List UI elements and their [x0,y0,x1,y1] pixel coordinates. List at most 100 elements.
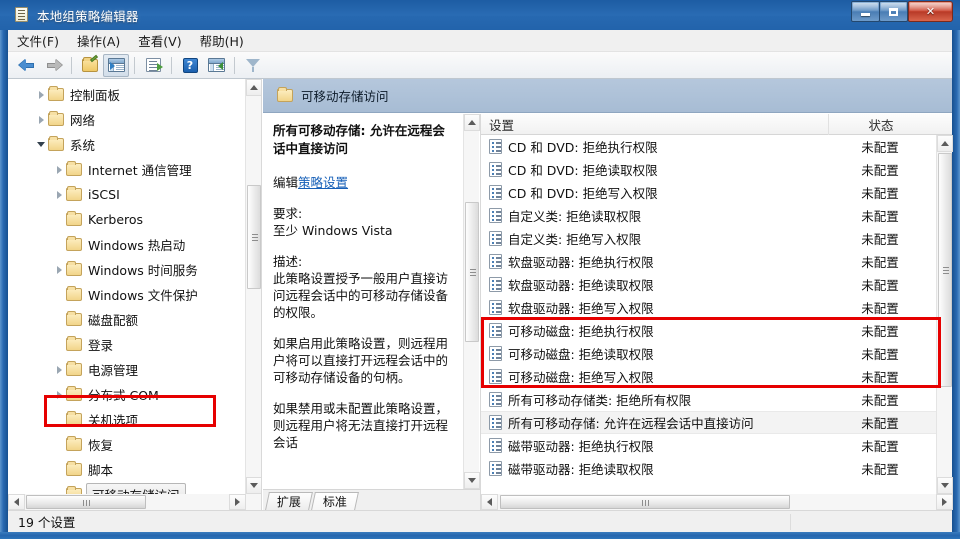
folder-icon [66,186,82,201]
tree-scroll-thumb[interactable] [247,185,261,289]
show-hide-tree-icon[interactable] [103,53,129,77]
tree-item[interactable]: 登录 [8,332,246,357]
tree-item[interactable]: 恢复 [8,432,246,457]
table-row[interactable]: 可移动磁盘: 拒绝执行权限 未配置 [481,319,937,342]
tree-item[interactable]: Windows 时间服务 [8,257,246,282]
window-title: 本地组策略编辑器 [37,8,139,24]
tree-item[interactable]: Windows 热启动 [8,232,246,257]
export-list-icon[interactable] [140,54,166,77]
list-scroll-down-button[interactable] [937,477,953,494]
list-scroll-up-button[interactable] [937,135,953,152]
tree-scroll-right-button[interactable] [229,494,246,510]
column-header-setting[interactable]: 设置 [481,113,829,135]
table-row[interactable]: 磁带驱动器: 拒绝执行权限 未配置 [481,434,937,457]
table-row[interactable]: 可移动磁盘: 拒绝读取权限 未配置 [481,342,937,365]
show-pane-icon[interactable] [203,54,229,77]
tree-item[interactable]: 磁盘配额 [8,307,246,332]
folder-icon [66,286,82,301]
policy-setting-link[interactable]: 策略设置 [298,175,348,190]
tree-vertical-scrollbar[interactable] [245,79,261,494]
menu-item-file[interactable]: 文件(F) [8,29,68,52]
tree-item-label: 系统 [70,138,96,153]
description-paragraph-1: 此策略设置授予一般用户直接访问远程会话中的可移动存储设备的权限。 [273,271,449,320]
pane-header-title: 可移动存储访问 [301,89,389,104]
tree-item[interactable]: 关机选项 [8,407,246,432]
policy-setting-icon [489,438,502,453]
tree-item[interactable]: 系统 [8,132,246,157]
chevron-right-icon[interactable] [34,90,48,99]
list-scroll-left-button[interactable] [481,494,498,510]
tree-item-label: Windows 文件保护 [88,288,198,303]
chevron-right-icon[interactable] [52,365,66,374]
list-hscroll-thumb[interactable] [500,495,790,509]
table-row[interactable]: 磁带驱动器: 拒绝读取权限 未配置 [481,457,937,480]
description-vertical-scrollbar[interactable] [463,114,480,489]
tree-item[interactable]: 网络 [8,107,246,132]
policy-setting-icon [489,415,502,430]
table-row[interactable]: 所有可移动存储: 允许在远程会话中直接访问 未配置 [481,411,937,434]
menu-item-action[interactable]: 操作(A) [68,29,129,52]
table-row[interactable]: 软盘驱动器: 拒绝读取权限 未配置 [481,273,937,296]
tree-hscroll-thumb[interactable] [26,495,146,509]
tree-item[interactable]: Internet 通信管理 [8,157,246,182]
tree-item[interactable]: 脚本 [8,457,246,482]
filter-icon[interactable] [240,54,266,77]
table-row[interactable]: CD 和 DVD: 拒绝执行权限 未配置 [481,135,937,158]
tab-extended[interactable]: 扩展 [265,492,313,510]
tree-item-label: 恢复 [88,438,114,453]
table-row[interactable]: 软盘驱动器: 拒绝执行权限 未配置 [481,250,937,273]
policy-setting-icon [489,277,502,292]
table-row[interactable]: 所有可移动存储类: 拒绝所有权限 未配置 [481,388,937,411]
description-scroll-up-button[interactable] [464,114,480,131]
table-row[interactable]: 自定义类: 拒绝写入权限 未配置 [481,227,937,250]
list-vertical-scrollbar[interactable] [936,135,953,494]
setting-state: 未配置 [861,163,899,178]
chevron-right-icon[interactable] [34,115,48,124]
maximize-button[interactable] [879,1,908,22]
tree-horizontal-scrollbar[interactable] [8,494,261,510]
tree-item[interactable]: 分布式 COM [8,382,246,407]
setting-name: 自定义类: 拒绝写入权限 [508,232,642,247]
back-arrow-icon[interactable] [14,54,40,77]
tree-item[interactable]: iSCSI [8,182,246,207]
list-horizontal-scrollbar[interactable] [481,494,953,510]
up-folder-icon[interactable] [77,54,103,77]
chevron-right-icon[interactable] [52,390,66,399]
tab-standard[interactable]: 标准 [311,492,359,510]
tree-scroll-up-button[interactable] [246,79,261,96]
setting-state: 未配置 [861,278,899,293]
menu-item-view[interactable]: 查看(V) [129,29,190,52]
chevron-right-icon[interactable] [52,190,66,199]
tree-item[interactable]: 控制面板 [8,82,246,107]
console-tree-pane[interactable]: 控制面板 网络 系统 Internet 通信管理 iSCSI Kerberos Window… [8,79,262,510]
table-row[interactable]: CD 和 DVD: 拒绝读取权限 未配置 [481,158,937,181]
tree-scroll-left-button[interactable] [8,494,25,510]
menu-bar: 文件(F) 操作(A) 查看(V) 帮助(H) [8,30,952,52]
description-scroll-thumb[interactable] [465,202,479,342]
column-header-state[interactable]: 状态 [829,114,933,135]
tree-item[interactable]: 电源管理 [8,357,246,382]
description-label: 描述: [273,254,303,269]
tree-scroll-down-button[interactable] [246,477,261,494]
list-scroll-right-button[interactable] [936,494,953,510]
tree-item[interactable]: Kerberos [8,207,246,232]
settings-list-view[interactable]: 设置 状态 CD 和 DVD: 拒绝执行权限 未配置 CD 和 DVD: 拒绝读取权… [480,113,953,510]
chevron-right-icon[interactable] [52,165,66,174]
setting-state: 未配置 [861,462,899,477]
table-row[interactable]: CD 和 DVD: 拒绝写入权限 未配置 [481,181,937,204]
chevron-right-icon[interactable] [52,265,66,274]
table-row[interactable]: 自定义类: 拒绝读取权限 未配置 [481,204,937,227]
table-row[interactable]: 软盘驱动器: 拒绝写入权限 未配置 [481,296,937,319]
table-row[interactable]: 可移动磁盘: 拒绝写入权限 未配置 [481,365,937,388]
chevron-down-icon[interactable] [34,142,48,147]
setting-state: 未配置 [861,393,899,408]
forward-arrow-icon[interactable] [40,54,66,77]
description-scroll-down-button[interactable] [464,472,480,489]
menu-item-help[interactable]: 帮助(H) [191,29,253,52]
tree-item[interactable]: Windows 文件保护 [8,282,246,307]
close-button[interactable]: ✕ [908,1,953,22]
minimize-button[interactable] [851,1,880,22]
requirements-value: 至少 Windows Vista [273,223,393,238]
list-scroll-thumb[interactable] [938,153,952,387]
help-icon[interactable]: ? [177,54,203,77]
